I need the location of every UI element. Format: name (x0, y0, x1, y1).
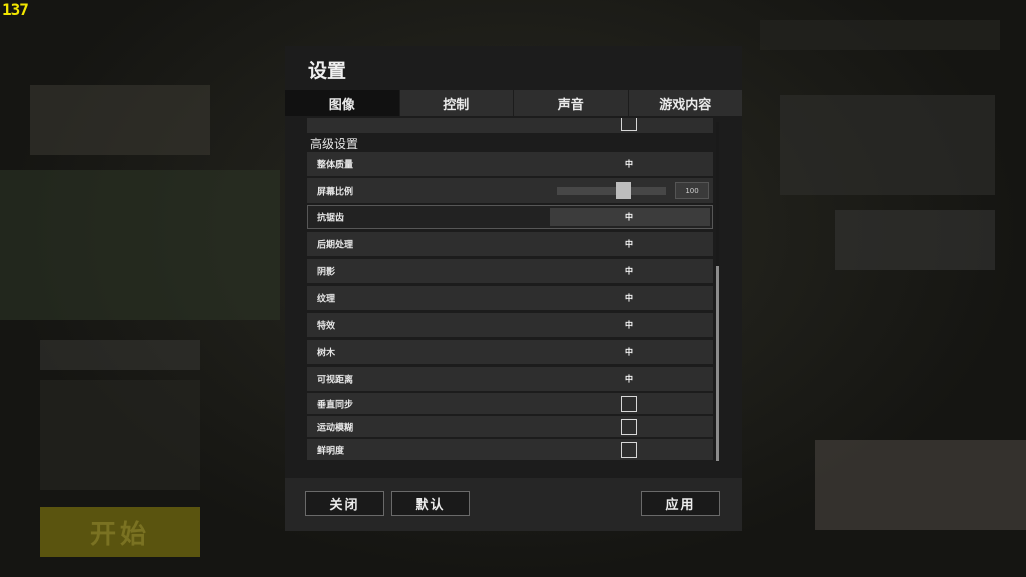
vsync-checkbox[interactable] (621, 395, 637, 412)
setting-label: 鲜明度 (317, 446, 345, 456)
setting-textures[interactable]: 纹理 中 (307, 286, 713, 310)
settings-tabs: 图像 控制 声音 游戏内容 (285, 90, 742, 116)
setting-anti-aliasing[interactable]: 抗锯齿 中 (307, 205, 713, 229)
start-button: 开始 (40, 507, 200, 557)
setting-shadows[interactable]: 阴影 中 (307, 259, 713, 283)
tab-controls[interactable]: 控制 (399, 90, 514, 116)
scrollbar-thumb[interactable] (716, 266, 719, 461)
setting-value[interactable]: 中 (625, 347, 633, 358)
tab-gameplay[interactable]: 游戏内容 (628, 90, 742, 116)
setting-label: 树木 (317, 348, 336, 359)
default-button[interactable]: 默认 (391, 491, 470, 516)
setting-label: 后期处理 (317, 240, 354, 251)
tab-sound[interactable]: 声音 (514, 90, 629, 116)
settings-dialog: 设置 图像 控制 声音 游戏内容 高级设置 整体质量 中 屏幕比例 100 抗锯… (285, 46, 742, 531)
setting-screen-scale: 屏幕比例 100 (307, 178, 713, 203)
setting-value[interactable]: 中 (625, 374, 633, 385)
setting-value[interactable]: 中 (625, 239, 633, 250)
setting-value[interactable]: 中 (625, 159, 633, 170)
setting-sharpen: 鲜明度 (307, 439, 713, 460)
slider-handle[interactable] (616, 182, 631, 199)
setting-label: 纹理 (317, 294, 336, 305)
setting-value[interactable]: 中 (625, 266, 633, 277)
setting-vsync: 垂直同步 (307, 393, 713, 414)
settings-list: 高级设置 整体质量 中 屏幕比例 100 抗锯齿 中 后期处理 中 阴影 中 纹… (307, 118, 713, 462)
setting-value[interactable]: 中 (625, 320, 633, 331)
setting-foliage[interactable]: 树木 中 (307, 340, 713, 364)
setting-effects[interactable]: 特效 中 (307, 313, 713, 337)
apply-button[interactable]: 应用 (641, 491, 720, 516)
setting-post-processing[interactable]: 后期处理 中 (307, 232, 713, 256)
close-button[interactable]: 关闭 (305, 491, 384, 516)
setting-label: 阴影 (317, 267, 336, 278)
setting-overall-quality[interactable]: 整体质量 中 (307, 152, 713, 176)
list-item (307, 118, 713, 133)
motion-blur-checkbox[interactable] (621, 418, 637, 435)
slider-value-field[interactable]: 100 (675, 182, 709, 199)
setting-value[interactable]: 中 (625, 293, 633, 304)
dialog-footer: 关闭 默认 应用 (285, 478, 742, 531)
setting-label: 运动模糊 (317, 423, 354, 433)
fps-counter: 137 (2, 0, 29, 19)
slider-track[interactable] (557, 187, 666, 195)
setting-label: 屏幕比例 (317, 187, 354, 197)
setting-label: 垂直同步 (317, 400, 354, 410)
setting-label: 整体质量 (317, 160, 354, 171)
setting-value[interactable]: 中 (625, 212, 633, 223)
checkbox[interactable] (621, 118, 637, 131)
setting-label: 抗锯齿 (317, 213, 345, 224)
sharpen-checkbox[interactable] (621, 441, 637, 458)
dialog-title: 设置 (308, 60, 347, 82)
section-title: 高级设置 (310, 137, 359, 151)
setting-label: 特效 (317, 321, 336, 332)
setting-motion-blur: 运动模糊 (307, 416, 713, 437)
setting-label: 可视距离 (317, 375, 354, 386)
tab-graphics[interactable]: 图像 (285, 90, 400, 116)
setting-view-distance[interactable]: 可视距离 中 (307, 367, 713, 391)
